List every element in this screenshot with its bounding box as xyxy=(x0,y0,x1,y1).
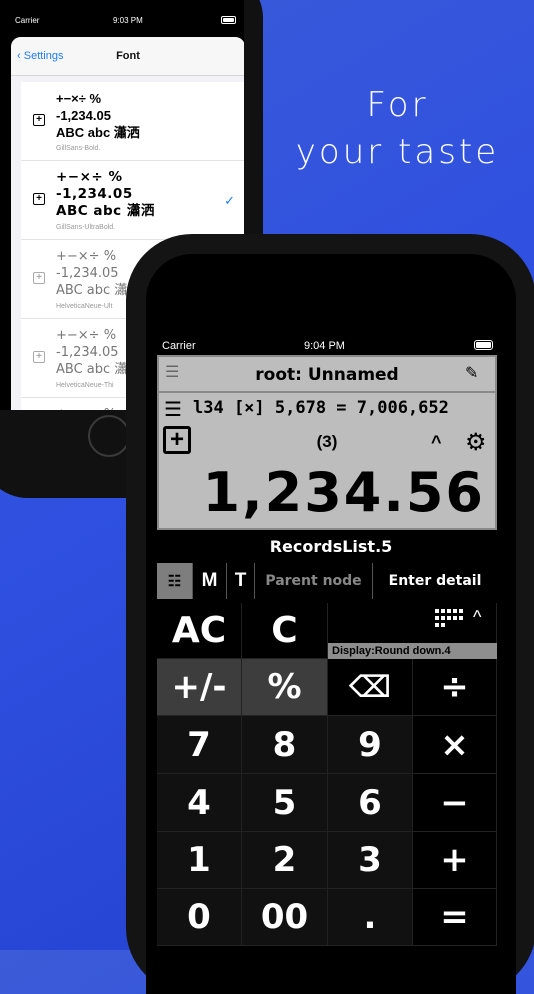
display-title: root: Unnamed xyxy=(255,365,399,385)
key-7[interactable]: 7 xyxy=(157,716,242,774)
font-sample: +−×÷ % -1,234.05 ABC abc 瀟洒 xyxy=(56,169,155,219)
font-sample: +−×÷ % -1,234.05 ABC abc 瀟洒 xyxy=(56,91,140,140)
front-phone-screen: Carrier 9:04 PM ☰ root: Unnamed ✎ ☰ l34 … xyxy=(146,254,516,994)
font-name: HelveticaNeue-Thi xyxy=(56,382,114,389)
clock: 9:04 PM xyxy=(304,340,345,352)
carrier-label: Carrier xyxy=(15,16,40,25)
ac-key[interactable]: AC xyxy=(157,603,242,659)
multiply-key[interactable]: × xyxy=(413,716,497,774)
status-bar: Carrier 9:04 PM xyxy=(146,254,516,352)
grid-icon[interactable] xyxy=(435,609,465,631)
parent-node-button[interactable]: Parent node xyxy=(255,563,373,599)
font-sample: +−×÷ % -1,234.05 ABC abc 瀟 xyxy=(56,328,128,377)
percent-key[interactable]: % xyxy=(242,659,328,716)
key-3[interactable]: 3 xyxy=(328,832,413,889)
page-title: Font xyxy=(116,50,140,62)
clock: 9:03 PM xyxy=(113,16,143,25)
plus-square-icon: + xyxy=(33,193,45,205)
front-phone: Carrier 9:04 PM ☰ root: Unnamed ✎ ☰ l34 … xyxy=(126,234,534,994)
navigation-bar: ‹ Settings Font xyxy=(11,37,244,76)
enter-detail-button[interactable]: Enter detail xyxy=(373,563,497,599)
record-count: (3) xyxy=(316,432,338,451)
status-bar: Carrier 9:03 PM xyxy=(0,0,244,25)
tagline: For your taste xyxy=(290,82,505,176)
plus-square-icon: + xyxy=(33,114,45,126)
tagline-line-1: For xyxy=(366,85,429,125)
chevron-up-icon[interactable]: ^ xyxy=(473,607,481,628)
list-icon[interactable]: ☰ xyxy=(164,397,182,422)
font-option-gillsans-ultrabold[interactable]: + +−×÷ % -1,234.05 ABC abc 瀟洒 GillSans-Ult… xyxy=(21,161,244,240)
battery-icon xyxy=(221,16,236,24)
gear-play-icon[interactable]: ⚙ xyxy=(465,428,487,457)
key-2[interactable]: 2 xyxy=(242,832,328,889)
key-0[interactable]: 0 xyxy=(157,889,242,946)
font-name: HelveticaNeue-Ult xyxy=(56,303,113,310)
key-9[interactable]: 9 xyxy=(328,716,413,774)
font-name: GillSans-Bold. xyxy=(56,145,101,152)
plus-square-icon: + xyxy=(33,351,45,363)
list-check-button[interactable]: ☷ xyxy=(157,563,193,599)
home-button[interactable] xyxy=(88,415,130,457)
font-name: GillSans-UltraBold. xyxy=(56,224,116,231)
key-5[interactable]: 5 xyxy=(242,774,328,832)
key-8[interactable]: 8 xyxy=(242,716,328,774)
divide-key[interactable]: ÷ xyxy=(413,659,497,716)
tag-button[interactable]: T xyxy=(227,563,255,599)
plus-minus-key[interactable]: +/- xyxy=(157,659,242,716)
formula-tape: l34 [×] 5,678 = 7,006,652 xyxy=(193,398,449,418)
font-sample: +−×÷ % xyxy=(56,406,116,410)
tagline-line-2: your taste xyxy=(295,132,500,172)
key-6[interactable]: 6 xyxy=(328,774,413,832)
battery-icon xyxy=(474,340,493,350)
key-00[interactable]: 00 xyxy=(242,889,328,946)
backspace-key[interactable]: ⌫ xyxy=(328,659,413,716)
chevron-up-icon[interactable]: ^ xyxy=(431,432,442,453)
font-option-gillsans-bold[interactable]: + +−×÷ % -1,234.05 ABC abc 瀟洒 GillSans-Bol… xyxy=(21,82,244,161)
calculator-display: ☰ root: Unnamed ✎ ☰ l34 [×] 5,678 = 7,00… xyxy=(157,355,497,530)
edit-icon[interactable]: ✎ xyxy=(465,363,478,383)
records-list-label: RecordsList.5 xyxy=(269,537,393,556)
subtract-key[interactable]: − xyxy=(413,774,497,832)
key-4[interactable]: 4 xyxy=(157,774,242,832)
c-key[interactable]: C xyxy=(242,603,328,659)
key-1[interactable]: 1 xyxy=(157,832,242,889)
plus-square-icon: + xyxy=(33,272,45,284)
list-check-icon: ☷ xyxy=(167,573,182,590)
checkmark-icon: ✓ xyxy=(224,193,235,208)
memo-button[interactable]: M xyxy=(193,563,227,599)
display-header: ☰ root: Unnamed ✎ xyxy=(159,357,495,393)
main-value: 1,234.56 xyxy=(202,461,485,524)
add-key[interactable]: + xyxy=(413,832,497,889)
decimal-key[interactable]: . xyxy=(328,889,413,946)
font-sample: +−×÷ % -1,234.05 ABC abc 瀟 xyxy=(56,249,128,298)
record-toolbar: ☷ M T Parent node Enter detail xyxy=(157,563,497,599)
keypad-options xyxy=(328,603,497,643)
carrier-label: Carrier xyxy=(162,340,196,352)
equals-key[interactable]: = xyxy=(413,889,497,946)
display-mode-label[interactable]: Display:Round down.4 xyxy=(328,643,497,659)
backspace-icon: ⌫ xyxy=(348,669,392,705)
